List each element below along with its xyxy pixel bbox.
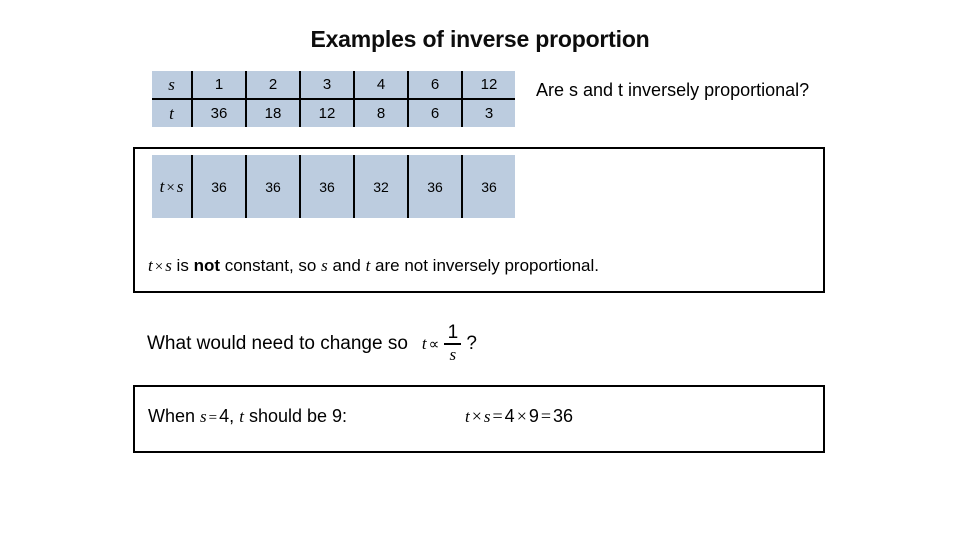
cell-t-1: 36 — [192, 99, 247, 127]
cell-t-6: 3 — [462, 99, 515, 127]
cell-product-5: 36 — [408, 155, 463, 218]
equation-times-icon-1: × — [471, 406, 482, 426]
row-label-product: t × s — [152, 155, 193, 218]
conclusion-emphasis: not — [193, 256, 220, 275]
equation-equals-icon-1: = — [492, 406, 503, 426]
equation-var-s: s — [483, 407, 491, 426]
cell-t-3: 12 — [300, 99, 355, 127]
table-row-product: t × s 36 36 36 32 36 36 — [152, 155, 515, 218]
conclusion-part4: are not inversely proportional. — [370, 256, 599, 275]
cell-s-6: 12 — [462, 71, 515, 100]
answer-var-s: s — [200, 407, 207, 426]
answer-should-be: should be — [248, 406, 328, 426]
cell-t-4: 8 — [354, 99, 409, 127]
fraction-denominator: s — [449, 345, 457, 364]
table-row-s: s 1 2 3 4 6 12 — [152, 71, 515, 100]
equation-operand-b: 9 — [528, 406, 539, 426]
conclusion-var-s: s — [165, 256, 172, 275]
answer-var-t: t — [239, 407, 244, 426]
change-question-text: What would need to change so — [147, 333, 408, 354]
cell-product-1: 36 — [192, 155, 247, 218]
conclusion-times-icon: × — [154, 259, 164, 275]
row-label-t: t — [152, 99, 193, 127]
conclusion-inline-s: s — [321, 256, 328, 275]
equation-equals-icon-2: = — [540, 406, 552, 426]
table-row-t: t 36 18 12 8 6 3 — [152, 99, 515, 127]
cell-s-1: 1 — [192, 71, 247, 100]
cell-s-5: 6 — [408, 71, 463, 100]
product-table: t × s 36 36 36 32 36 36 — [152, 155, 515, 218]
equation-result: 36 — [553, 406, 574, 426]
cell-t-2: 18 — [246, 99, 301, 127]
answer-when: When — [148, 406, 196, 426]
equation-operand-a: 4 — [504, 406, 515, 426]
fraction-one-over-s: 1 s — [444, 322, 462, 364]
cell-t-5: 6 — [408, 99, 463, 127]
cell-s-2: 2 — [246, 71, 301, 100]
row-label-s: s — [152, 71, 193, 100]
conclusion-part2: constant, so — [220, 256, 322, 275]
equation-times-icon-2: × — [516, 406, 527, 426]
change-question: What would need to change so t ∝ 1 s ? — [147, 322, 477, 364]
page-title: Examples of inverse proportion — [310, 26, 650, 52]
answer-equation: t × s = 4 × 9 = 36 — [465, 406, 573, 427]
conclusion-part1: is — [171, 256, 194, 275]
answer-t-value: 9 — [332, 406, 343, 426]
proportionality-expression: t ∝ 1 s ? — [422, 322, 477, 364]
cell-s-3: 3 — [300, 71, 355, 100]
cell-product-2: 36 — [246, 155, 301, 218]
conclusion-sentence: t × s is not constant, so s and t are not … — [148, 256, 599, 276]
proportional-to-icon: ∝ — [428, 336, 440, 353]
change-question-mark: ? — [466, 333, 477, 354]
cell-product-6: 36 — [462, 155, 515, 218]
fraction-numerator: 1 — [447, 322, 459, 343]
cell-s-4: 4 — [354, 71, 409, 100]
answer-s-value: 4 — [219, 406, 230, 426]
answer-comma: , — [229, 406, 235, 426]
answer-colon: : — [342, 406, 348, 426]
side-question: Are s and t inversely proportional? — [536, 80, 810, 100]
s-t-table: s 1 2 3 4 6 12 t 36 18 12 8 6 3 — [152, 71, 515, 127]
cell-product-4: 32 — [354, 155, 409, 218]
conclusion-part3: and — [327, 256, 366, 275]
answer-equals-icon: = — [208, 410, 218, 426]
answer-sentence: When s = 4, t should be 9: — [148, 406, 347, 427]
cell-product-3: 36 — [300, 155, 355, 218]
